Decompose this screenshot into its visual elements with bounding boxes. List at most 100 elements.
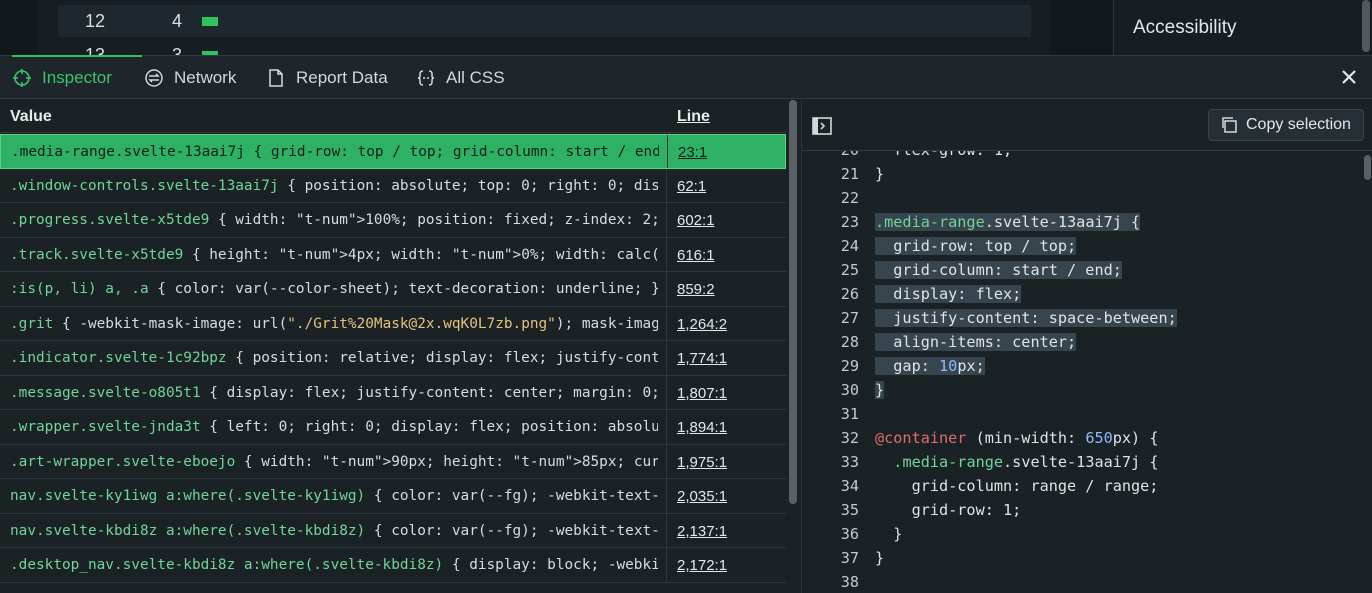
css-rule-row[interactable]: .wrapper.svelte-jnda3t { left: 0; right:… xyxy=(0,410,786,445)
copy-selection-label: Copy selection xyxy=(1246,116,1351,133)
code-line: 28 align-items: center; xyxy=(802,330,1362,354)
sidebar-toggle-icon[interactable] xyxy=(812,117,832,135)
code-text: gap: 10px; xyxy=(875,357,985,375)
css-rule-row[interactable]: .grit { -webkit-mask-image: url("./Grit%… xyxy=(0,306,786,341)
rule-selector: .art-wrapper.svelte-eboejo xyxy=(10,453,236,470)
code-line: 35 grid-row: 1; xyxy=(802,498,1362,522)
close-icon[interactable] xyxy=(1338,66,1360,88)
css-rule-row[interactable]: :is(p, li) a, .a { color: var(--color-sh… xyxy=(0,272,786,307)
background-sidebar: Accessibility xyxy=(1113,0,1372,55)
code-line: 20 flex-grow: 1; xyxy=(802,151,1362,162)
line-number: 34 xyxy=(840,477,859,495)
line-number: 20 xyxy=(802,151,859,159)
rule-declarations: { color: var(--color-sheet); text-decora… xyxy=(148,281,658,297)
column-header-line[interactable]: Line xyxy=(677,108,710,126)
line-number: 38 xyxy=(840,573,859,591)
rule-value: .grit { -webkit-mask-image: url("./Grit%… xyxy=(10,316,658,332)
rule-selector: .track.svelte-x5tde9 xyxy=(10,246,184,263)
rule-selector: nav.svelte-ky1iwg a:where(.svelte-ky1iwg… xyxy=(10,488,366,504)
rule-line-link[interactable]: 602:1 xyxy=(677,212,715,229)
list-header: Value Line xyxy=(0,100,786,133)
tab-label: Report Data xyxy=(296,67,388,87)
row-count: 4 xyxy=(172,11,183,31)
tab-bar: Inspector Network Report Data All CSS xyxy=(0,55,1372,99)
rule-line-link[interactable]: 616:1 xyxy=(677,247,715,264)
crosshair-icon xyxy=(12,68,32,88)
tab-report-data[interactable]: Report Data xyxy=(266,56,388,99)
rule-declarations: { position: absolute; top: 0; right: 0; … xyxy=(287,177,658,194)
code-line: 22 xyxy=(802,186,1362,210)
rule-value: .track.svelte-x5tde9 { height: "t-num">4… xyxy=(10,247,658,263)
row-number: 12 xyxy=(85,11,106,31)
line-number: 22 xyxy=(840,189,859,207)
rule-declarations: { color: var(--fg); -webkit-text-decorat… xyxy=(373,488,658,504)
code-text: grid-row: top / top; xyxy=(875,237,1077,255)
rule-line-link[interactable]: 1,774:1 xyxy=(677,350,727,367)
rule-selector: .media-range.svelte-13aai7j xyxy=(11,144,245,160)
copy-selection-button[interactable]: Copy selection xyxy=(1208,109,1364,141)
rule-line-link[interactable]: 2,172:1 xyxy=(677,557,727,574)
rule-line-link[interactable]: 1,975:1 xyxy=(677,454,727,471)
rule-declarations: { width: "t-num">100%; position: fixed; … xyxy=(209,212,658,228)
rule-line-link[interactable]: 859:2 xyxy=(677,281,715,298)
rule-selector: .window-controls.svelte-13aai7j xyxy=(10,177,279,194)
css-rule-row[interactable]: .progress.svelte-x5tde9 { width: "t-num"… xyxy=(0,203,786,238)
rule-line-link[interactable]: 1,894:1 xyxy=(677,419,727,436)
css-rule-row[interactable]: .indicator.svelte-1c92bpz { position: re… xyxy=(0,341,786,376)
line-number: 21 xyxy=(840,165,859,183)
rule-declarations: { display: flex; justify-content: center… xyxy=(200,384,658,401)
tab-all-css[interactable]: All CSS xyxy=(416,56,505,99)
rule-value: .wrapper.svelte-jnda3t { left: 0; right:… xyxy=(10,419,658,435)
rule-line-link[interactable]: 1,264:2 xyxy=(677,316,727,333)
rule-value: .message.svelte-o805t1 { display: flex; … xyxy=(10,385,658,401)
css-rule-row[interactable]: .desktop_nav.svelte-kbdi8z a:where(.svel… xyxy=(0,548,786,583)
rule-line-link[interactable]: 62:1 xyxy=(677,178,706,195)
rule-declarations: { -webkit-mask-image: url("./Grit%20Mask… xyxy=(53,315,658,332)
rule-selector: .message.svelte-o805t1 xyxy=(10,384,201,401)
code-line: 38 xyxy=(802,570,1362,593)
rule-value: .indicator.svelte-1c92bpz { position: re… xyxy=(10,350,658,366)
background-page: 12 4 13 3 Accessibility xyxy=(0,0,1372,55)
column-divider xyxy=(666,306,667,340)
rule-value: .progress.svelte-x5tde9 { width: "t-num"… xyxy=(10,212,658,228)
row-number: 13 xyxy=(85,45,106,55)
column-divider xyxy=(666,272,667,306)
line-number: 25 xyxy=(840,261,859,279)
css-rule-row[interactable]: .message.svelte-o805t1 { display: flex; … xyxy=(0,375,786,410)
rule-selector: .desktop_nav.svelte-kbdi8z a:where(.svel… xyxy=(10,557,444,573)
rule-line-link[interactable]: 23:1 xyxy=(678,144,707,161)
rule-line-link[interactable]: 1,807:1 xyxy=(677,385,727,402)
code-text: grid-row: 1; xyxy=(875,501,1022,519)
column-header-value: Value xyxy=(10,108,52,125)
line-number: 32 xyxy=(840,429,859,447)
line-number: 36 xyxy=(840,525,859,543)
code-lines[interactable]: 20 flex-grow: 1;21}2223.media-range.svel… xyxy=(802,151,1362,593)
code-text: .media-range.svelte-13aai7j { xyxy=(875,213,1141,231)
css-rule-row[interactable]: .track.svelte-x5tde9 { height: "t-num">4… xyxy=(0,237,786,272)
line-number: 37 xyxy=(840,549,859,567)
list-scrollbar[interactable] xyxy=(789,100,797,504)
rule-declarations: { display: block; -webkit-text-decoratio… xyxy=(451,557,658,573)
rule-declarations: { width: "t-num">90px; height: "t-num">8… xyxy=(235,453,658,470)
copy-icon xyxy=(1220,116,1238,134)
code-scrollbar[interactable] xyxy=(1364,155,1371,180)
code-text: .media-range.svelte-13aai7j { xyxy=(893,453,1159,471)
rule-line-link[interactable]: 2,137:1 xyxy=(677,523,727,540)
code-text: display: flex; xyxy=(875,285,1022,303)
tab-label: Inspector xyxy=(42,67,112,87)
code-line: 29 gap: 10px; xyxy=(802,354,1362,378)
tab-inspector[interactable]: Inspector xyxy=(12,55,142,99)
line-number: 31 xyxy=(840,405,859,423)
code-text: align-items: center; xyxy=(875,333,1077,351)
css-rule-row[interactable]: nav.svelte-ky1iwg a:where(.svelte-ky1iwg… xyxy=(0,479,786,514)
css-rule-row[interactable]: .media-range.svelte-13aai7j { grid-row: … xyxy=(0,134,786,169)
page-scrollbar[interactable] xyxy=(1362,0,1370,52)
css-rule-row[interactable]: nav.svelte-kbdi8z a:where(.svelte-kbdi8z… xyxy=(0,513,786,548)
rule-line-link[interactable]: 2,035:1 xyxy=(677,488,727,505)
css-rule-row[interactable]: .window-controls.svelte-13aai7j { positi… xyxy=(0,168,786,203)
network-icon xyxy=(144,68,164,88)
tab-network[interactable]: Network xyxy=(144,56,236,99)
code-line: 36 } xyxy=(802,522,1362,546)
code-line: 31 xyxy=(802,402,1362,426)
css-rule-row[interactable]: .art-wrapper.svelte-eboejo { width: "t-n… xyxy=(0,444,786,479)
